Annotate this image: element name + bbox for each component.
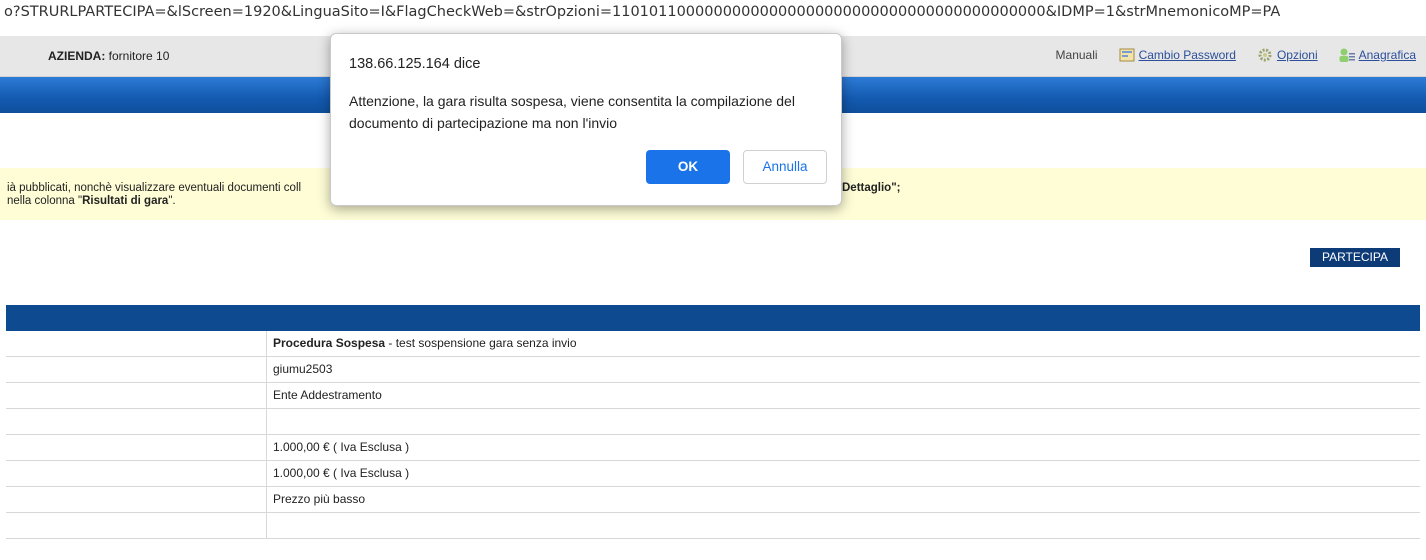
table-row [6, 409, 1420, 435]
nav-anagrafica-label: Anagrafica [1358, 48, 1416, 62]
row-label [6, 331, 267, 356]
info-line-1-right: Dettaglio"; [842, 182, 900, 194]
row-value [267, 409, 273, 434]
info-line-2-prefix: nella colonna " [7, 195, 83, 207]
table-row: 1.000,00 € ( Iva Esclusa ) [6, 461, 1420, 487]
details-table-header [6, 305, 1420, 331]
top-nav: Manuali Cambio Password Opzioni Anagrafi… [1036, 47, 1416, 63]
row-value: Ente Addestramento [273, 388, 382, 402]
ok-button[interactable]: OK [646, 150, 730, 184]
nav-manuali[interactable]: Manuali [1056, 48, 1098, 62]
row-label [6, 435, 267, 460]
row-label [6, 357, 267, 382]
info-risultati: Risultati di gara [82, 195, 169, 207]
azienda-value: fornitore 10 [108, 49, 170, 63]
row-label [6, 487, 267, 512]
nav-opzioni-label: Opzioni [1276, 48, 1318, 62]
address-bar-url[interactable]: o?STRURLPARTECIPA=&lScreen=1920&LinguaSi… [0, 0, 1426, 30]
user-card-icon [1338, 47, 1356, 63]
nav-cambio-password-label: Cambio Password [1138, 48, 1236, 62]
dialog-message: Attenzione, la gara risulta sospesa, vie… [349, 93, 795, 131]
row-value: Prezzo più basso [273, 492, 366, 506]
table-row: Procedura Sospesa - test sospensione gar… [6, 331, 1420, 357]
table-row: Ente Addestramento [6, 383, 1420, 409]
procedure-description: - test sospensione gara senza invio [385, 336, 577, 350]
info-line-1: ià pubblicati, nonchè visualizzare event… [7, 182, 302, 194]
procedure-status: Procedura Sospesa [273, 336, 386, 350]
row-label [6, 513, 267, 538]
nav-cambio-password[interactable]: Cambio Password [1118, 47, 1236, 63]
azienda-info: AZIENDA: fornitore 10 [48, 49, 169, 63]
azienda-label: AZIENDA: [48, 49, 106, 63]
row-label [6, 409, 267, 434]
partecipa-button[interactable]: PARTECIPA [1310, 248, 1400, 267]
table-row: giumu2503 [6, 357, 1420, 383]
row-value: Procedura Sospesa - test sospensione gar… [267, 331, 577, 356]
table-row: 1.000,00 € ( Iva Esclusa ) [6, 435, 1420, 461]
row-value [267, 513, 273, 538]
gear-icon [1256, 47, 1274, 63]
dialog-title: 138.66.125.164 dice [349, 56, 481, 72]
info-line-2: nella colonna "Risultati di gara". [7, 195, 176, 207]
row-label [6, 461, 267, 486]
alert-dialog: 138.66.125.164 dice Attenzione, la gara … [330, 33, 842, 206]
table-row [6, 513, 1420, 539]
row-value: giumu2503 [273, 362, 333, 376]
password-form-icon [1118, 47, 1136, 63]
nav-manuali-label: Manuali [1055, 48, 1098, 62]
table-row: Prezzo più basso [6, 487, 1420, 513]
row-label [6, 383, 267, 408]
info-line-2-suffix: ". [168, 195, 176, 207]
row-value: 1.000,00 € ( Iva Esclusa ) [273, 466, 410, 480]
nav-opzioni[interactable]: Opzioni [1256, 47, 1318, 63]
cancel-button[interactable]: Annulla [743, 150, 827, 184]
nav-anagrafica[interactable]: Anagrafica [1338, 47, 1416, 63]
details-table: Procedura Sospesa - test sospensione gar… [6, 331, 1420, 539]
info-dettaglio: Dettaglio"; [842, 182, 901, 194]
row-value: 1.000,00 € ( Iva Esclusa ) [273, 440, 410, 454]
